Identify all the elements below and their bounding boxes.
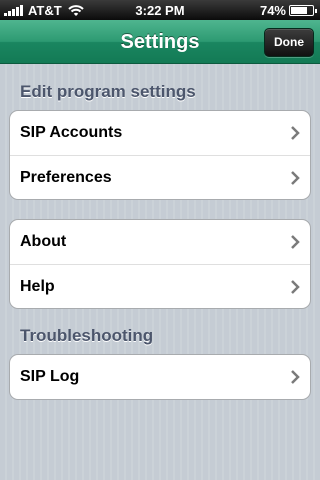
chevron-right-icon [291, 370, 300, 384]
row-preferences[interactable]: Preferences [10, 155, 310, 199]
section-header-edit-program-settings: Edit program settings [20, 82, 196, 101]
settings-group-info: About Help [9, 219, 311, 309]
row-label: Help [20, 277, 55, 295]
row-help[interactable]: Help [10, 264, 310, 308]
chevron-right-icon [291, 171, 300, 185]
section-header-troubleshooting: Troubleshooting [20, 326, 154, 345]
battery-icon [289, 5, 317, 16]
chevron-right-icon [291, 235, 300, 249]
row-label: About [20, 233, 67, 250]
settings-group-accounts: SIP Accounts Preferences [9, 110, 311, 200]
done-button[interactable]: Done [264, 28, 314, 57]
chevron-right-icon [291, 126, 300, 140]
row-label: Preferences [20, 168, 112, 186]
status-right: 74% [259, 3, 317, 18]
battery-percent: 74% [259, 3, 286, 18]
row-about[interactable]: About [10, 220, 310, 264]
status-bar: AT&T 3:22 PM 74% [0, 0, 320, 20]
row-label: SIP Log [20, 368, 80, 385]
settings-group-troubleshooting: SIP Log [9, 354, 311, 400]
battery-fill [291, 7, 307, 14]
row-sip-log[interactable]: SIP Log [10, 355, 310, 399]
row-sip-accounts[interactable]: SIP Accounts [10, 111, 310, 155]
row-label: SIP Accounts [20, 124, 123, 141]
navigation-bar: Settings Done [0, 20, 320, 64]
chevron-right-icon [291, 280, 300, 294]
